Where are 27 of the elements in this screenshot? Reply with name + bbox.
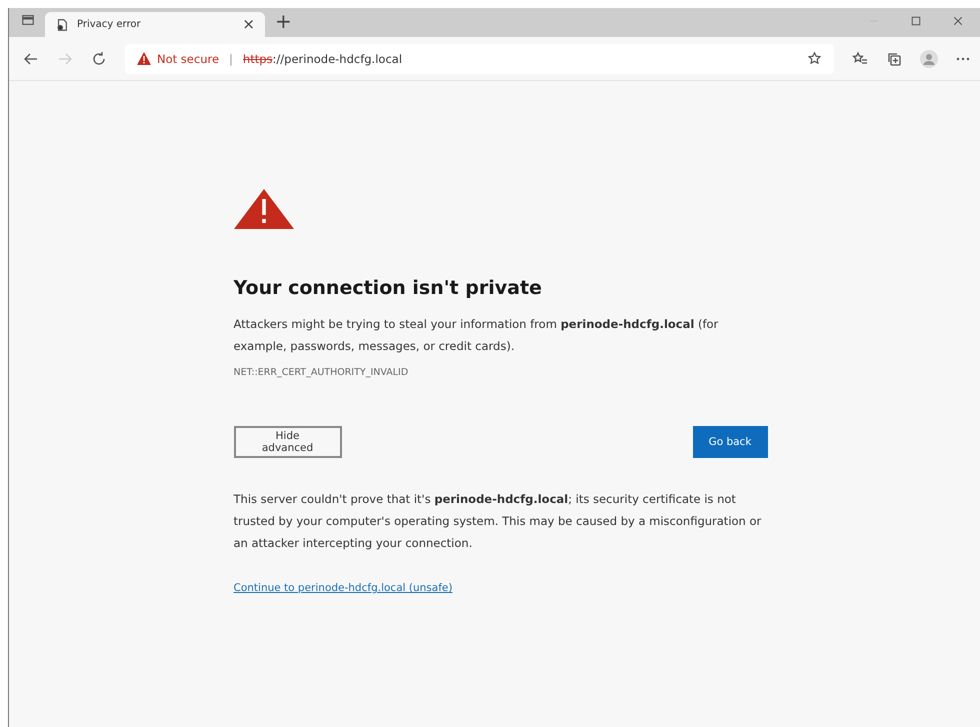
error-code: NET::ERR_CERT_AUTHORITY_INVALID xyxy=(234,367,410,378)
close-icon[interactable] xyxy=(952,15,964,27)
separator: | xyxy=(229,52,233,66)
maximize-icon[interactable] xyxy=(910,15,922,27)
page-heading: Your connection isn't private xyxy=(234,277,543,299)
profile-avatar[interactable] xyxy=(920,50,938,68)
hide-advanced-button[interactable]: Hide advanced xyxy=(234,426,342,458)
favorites-icon[interactable] xyxy=(852,50,868,66)
close-tab-button[interactable]: × xyxy=(242,17,255,32)
new-tab-button[interactable]: + xyxy=(265,11,292,37)
tab-title: Privacy error xyxy=(77,19,142,30)
collections-icon[interactable] xyxy=(886,50,902,66)
url-text: https://perinode-hdcfg.local xyxy=(242,52,402,66)
tab-actions-icon[interactable] xyxy=(21,13,35,27)
document-icon[interactable] xyxy=(55,18,69,32)
go-back-button[interactable]: Go back xyxy=(692,426,768,458)
continue-link[interactable]: Continue to perinode-hdcfg.local (unsafe) xyxy=(234,582,452,594)
details-paragraph: This server couldn't prove that it's perinode-hdcfg.local; its security certificate is not trusted by your computer's operating system. This may be caused by a misconfiguration or an attacker intercepting your connection. xyxy=(234,491,762,552)
back-arrow-icon[interactable] xyxy=(23,50,39,66)
warning-icon xyxy=(137,52,151,65)
browser-tab[interactable]: Privacy error × xyxy=(45,12,265,37)
not-secure-label[interactable]: Not secure xyxy=(157,52,220,66)
warning-icon xyxy=(234,189,294,229)
more-options-icon[interactable] xyxy=(956,56,970,60)
warning-message: Attackers might be trying to steal your information from perinode-hdcfg.local (for example, passwords, messages, or credit cards). xyxy=(234,316,720,355)
address-bar[interactable]: Not secure | https://perinode-hdcfg.local xyxy=(125,44,834,74)
refresh-icon[interactable] xyxy=(91,50,107,66)
